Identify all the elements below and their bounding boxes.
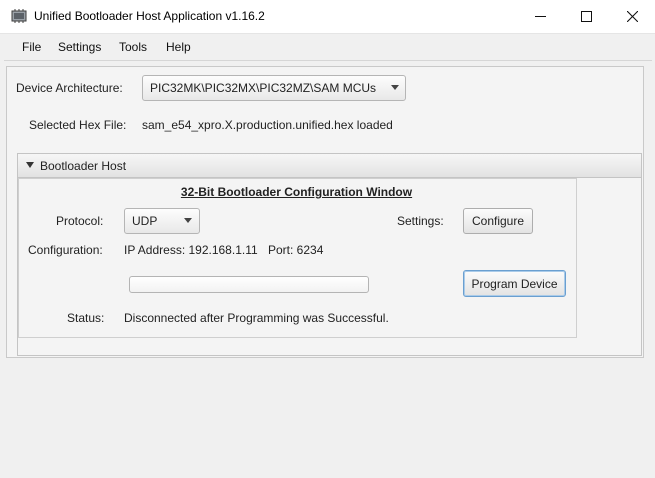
status-value: Disconnected after Programming was Succe… [124, 311, 389, 325]
port-value: Port: 6234 [268, 243, 324, 257]
chevron-down-icon [184, 218, 192, 223]
configuration-label: Configuration: [28, 243, 103, 257]
protocol-select[interactable]: UDP [124, 208, 200, 234]
close-button[interactable] [609, 0, 655, 33]
bootloader-host-pane-title: Bootloader Host [40, 159, 127, 173]
chip-icon [11, 9, 27, 23]
menu-bar: File Settings Tools Help [4, 34, 652, 61]
maximize-icon [580, 11, 592, 22]
collapse-triangle-icon [26, 162, 34, 168]
maximize-button[interactable] [563, 0, 609, 33]
menu-tools[interactable]: Tools [119, 40, 147, 54]
protocol-label: Protocol: [56, 214, 104, 228]
menu-file[interactable]: File [22, 40, 41, 54]
minimize-button[interactable] [517, 0, 563, 33]
progress-bar [129, 276, 369, 293]
ip-address-value: IP Address: 192.168.1.11 [124, 243, 258, 257]
protocol-value: UDP [132, 214, 158, 228]
chevron-down-icon [391, 85, 399, 90]
configure-button[interactable]: Configure [463, 208, 533, 234]
menu-settings[interactable]: Settings [58, 40, 101, 54]
close-icon [626, 11, 638, 22]
title-bar: Unified Bootloader Host Application v1.1… [0, 0, 655, 34]
config-window-heading: 32-Bit Bootloader Configuration Window [180, 185, 413, 199]
window-title: Unified Bootloader Host Application v1.1… [34, 9, 265, 23]
device-architecture-label: Device Architecture: [16, 81, 123, 95]
hex-file-label: Selected Hex File: [29, 118, 127, 132]
menu-help[interactable]: Help [166, 40, 191, 54]
device-architecture-select[interactable]: PIC32MK\PIC32MX\PIC32MZ\SAM MCUs [142, 75, 406, 101]
bootloader-host-pane-header[interactable]: Bootloader Host [17, 153, 642, 177]
hex-file-value: sam_e54_xpro.X.production.unified.hex lo… [142, 118, 393, 132]
program-device-button[interactable]: Program Device [463, 270, 566, 297]
minimize-icon [534, 16, 546, 17]
device-architecture-value: PIC32MK\PIC32MX\PIC32MZ\SAM MCUs [150, 81, 377, 95]
settings-label: Settings: [397, 214, 444, 228]
status-label: Status: [67, 311, 105, 325]
